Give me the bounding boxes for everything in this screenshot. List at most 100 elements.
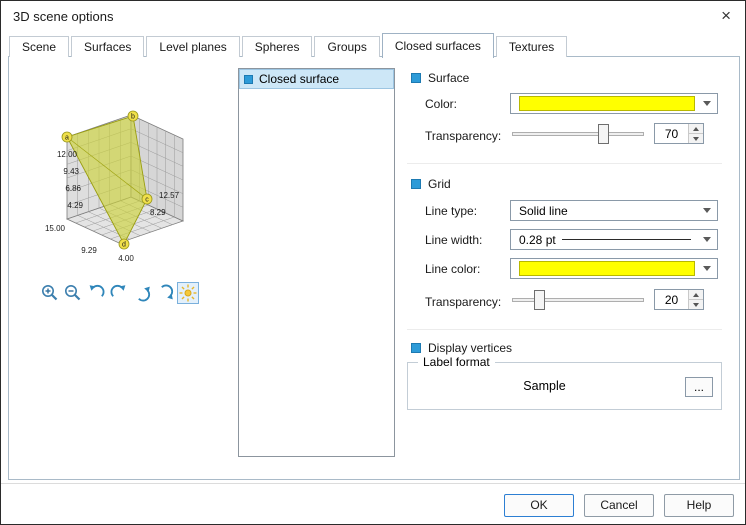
tilt-left-icon — [138, 286, 151, 302]
line-color-swatch — [519, 261, 695, 276]
slider-track — [512, 298, 644, 302]
axis-label: 8.29 — [150, 208, 166, 217]
tab-scene[interactable]: Scene — [9, 36, 70, 57]
rotate-left-button[interactable] — [85, 282, 107, 304]
vertex-label: a — [65, 135, 69, 142]
axis-label: 12.57 — [159, 191, 180, 200]
axis-label: 12.00 — [57, 150, 78, 159]
label-format-more-button[interactable]: ... — [685, 377, 713, 397]
surface-transparency-slider[interactable] — [510, 124, 646, 144]
spinner-down-button[interactable] — [689, 299, 703, 309]
chevron-down-icon — [703, 266, 711, 271]
line-width-dropdown[interactable]: 0.28 pt — [510, 229, 718, 250]
list-item-label: Closed surface — [259, 72, 340, 86]
axis-label: 9.29 — [81, 246, 97, 255]
tab-spheres[interactable]: Spheres — [241, 36, 313, 57]
display-vertices-label: Display vertices — [428, 341, 513, 355]
line-type-value: Solid line — [519, 203, 568, 218]
section-separator — [407, 329, 722, 330]
lighting-button[interactable] — [177, 282, 199, 304]
slider-track — [512, 132, 644, 136]
spinner-buttons — [688, 290, 703, 309]
slider-thumb[interactable] — [598, 124, 609, 144]
chevron-down-icon — [703, 101, 711, 106]
ok-button[interactable]: OK — [504, 493, 574, 517]
zoom-out-button[interactable] — [62, 282, 84, 304]
section-separator — [407, 163, 722, 164]
rotate-right-icon — [110, 284, 126, 297]
surface-item-icon — [244, 74, 253, 84]
surface-section-title: Surface — [428, 71, 470, 85]
surface-list[interactable]: Closed surface — [238, 68, 395, 457]
arrow-up-icon — [693, 126, 699, 131]
surface-transparency-label: Transparency: — [425, 129, 502, 143]
rotate-left-icon — [89, 284, 105, 297]
dialog-footer: OK Cancel Help — [1, 483, 745, 524]
chevron-down-icon — [703, 237, 711, 242]
spinner-up-button[interactable] — [689, 290, 703, 299]
rotate-right-button[interactable] — [108, 282, 130, 304]
dialog-3d-scene-options: 3D scene options × Scene Surfaces Level … — [0, 0, 746, 525]
spinner-buttons — [688, 124, 703, 143]
axis-label: 15.00 — [45, 224, 66, 233]
tab-textures[interactable]: Textures — [495, 36, 568, 57]
page-title: 3D scene options — [13, 8, 114, 24]
slider-thumb[interactable] — [534, 290, 545, 310]
grid-checkbox[interactable]: Grid — [411, 177, 451, 191]
titlebar: 3D scene options × — [1, 1, 745, 31]
vertex-label: b — [131, 114, 135, 121]
label-format-sample: Sample — [523, 379, 566, 393]
line-width-sample — [561, 239, 691, 240]
vertex-label: d — [122, 242, 126, 249]
display-vertices-checkbox-icon — [411, 343, 421, 353]
surface-color-dropdown[interactable] — [510, 93, 718, 114]
cancel-button[interactable]: Cancel — [584, 493, 654, 517]
tab-closed-surfaces[interactable]: Closed surfaces — [381, 33, 494, 58]
line-color-dropdown[interactable] — [510, 258, 718, 279]
tab-strip: Scene Surfaces Level planes Spheres Grou… — [9, 33, 569, 58]
grid-section-title: Grid — [428, 177, 451, 191]
close-icon[interactable]: × — [719, 7, 733, 24]
axis-label: 9.43 — [63, 167, 79, 176]
surface-checkbox[interactable]: Surface — [411, 71, 469, 85]
axis-label: 4.00 — [118, 254, 134, 263]
grid-transparency-slider[interactable] — [510, 290, 646, 310]
tab-level-planes[interactable]: Level planes — [146, 36, 240, 57]
tab-groups[interactable]: Groups — [314, 36, 380, 57]
tab-page-closed-surfaces: 12.00 9.43 6.86 4.29 15.00 9.29 4.00 12.… — [8, 56, 740, 480]
tilt-right-icon — [161, 284, 174, 300]
surface-color-swatch — [519, 96, 695, 111]
grid-transparency-label: Transparency: — [425, 295, 502, 309]
tilt-right-button[interactable] — [154, 282, 176, 304]
line-type-label: Line type: — [425, 204, 478, 218]
arrow-down-icon — [693, 136, 699, 141]
arrow-up-icon — [693, 292, 699, 297]
help-button[interactable]: Help — [664, 493, 734, 517]
zoom-in-button[interactable] — [39, 282, 61, 304]
spinner-value: 20 — [664, 292, 679, 307]
surface-checkbox-icon — [411, 73, 421, 83]
vertex-label: c — [145, 197, 149, 204]
zoom-out-icon — [65, 285, 81, 301]
zoom-in-icon — [42, 285, 58, 301]
line-color-label: Line color: — [425, 262, 481, 276]
sun-icon — [179, 284, 197, 302]
label-format-group: Label format Sample ... — [407, 355, 722, 410]
list-item-closed-surface[interactable]: Closed surface — [239, 69, 394, 89]
grid-checkbox-icon — [411, 179, 421, 189]
spinner-up-button[interactable] — [689, 124, 703, 133]
tab-surfaces[interactable]: Surfaces — [71, 36, 145, 57]
line-type-dropdown[interactable]: Solid line — [510, 200, 718, 221]
arrow-down-icon — [693, 302, 699, 307]
surface-color-label: Color: — [425, 97, 458, 111]
surface-transparency-spinner[interactable]: 70 — [654, 123, 704, 144]
grid-transparency-spinner[interactable]: 20 — [654, 289, 704, 310]
preview-toolbar — [39, 282, 199, 304]
display-vertices-checkbox[interactable]: Display vertices — [411, 341, 512, 355]
preview-3d[interactable]: 12.00 9.43 6.86 4.29 15.00 9.29 4.00 12.… — [23, 95, 238, 270]
line-width-label: Line width: — [425, 233, 483, 247]
line-width-value: 0.28 pt — [519, 232, 556, 247]
tilt-left-button[interactable] — [131, 282, 153, 304]
spinner-value: 70 — [664, 126, 679, 141]
spinner-down-button[interactable] — [689, 133, 703, 143]
